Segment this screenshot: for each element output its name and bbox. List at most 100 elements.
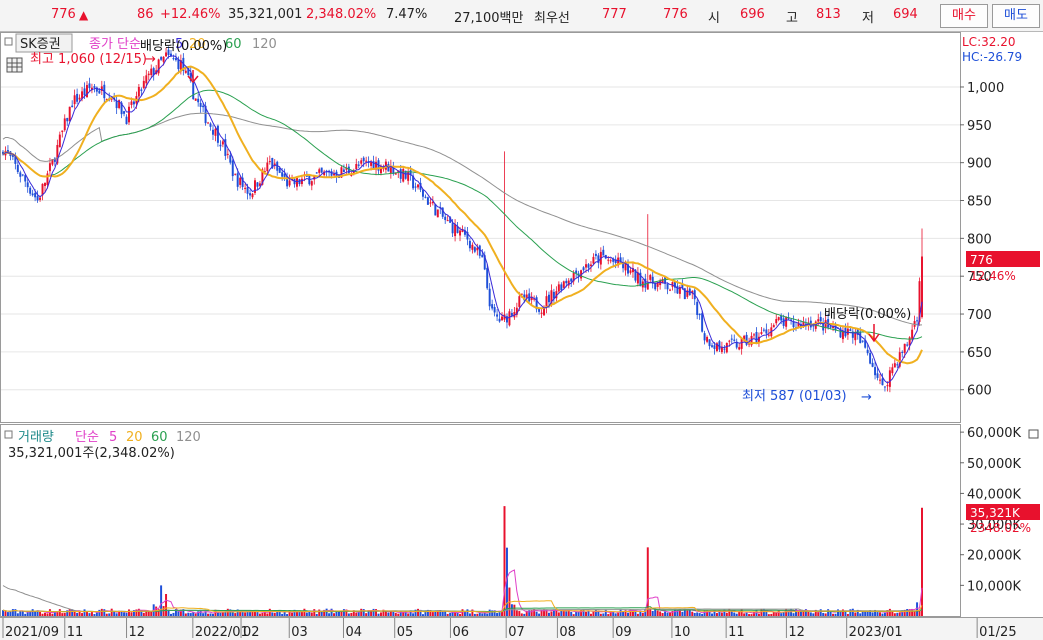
candle-body <box>172 58 175 60</box>
buy-button[interactable]: 매수 <box>940 4 988 28</box>
volume-bar <box>313 609 316 616</box>
volume-bar <box>614 613 617 616</box>
volume-bar <box>46 613 49 616</box>
volume-bar <box>513 604 516 616</box>
volume-bar <box>659 611 662 616</box>
candle-body <box>454 224 457 237</box>
candle-body <box>491 304 494 309</box>
candle-body <box>911 329 914 339</box>
price-tick-label: 850 <box>967 195 992 210</box>
candle-body <box>733 339 736 341</box>
candle-body <box>473 247 476 252</box>
candle-body <box>876 373 879 378</box>
volume-bar <box>604 609 607 616</box>
volume-bar <box>832 613 835 616</box>
candle-body <box>547 294 550 303</box>
volume-bar <box>98 609 101 616</box>
candle-body <box>347 166 350 174</box>
candle-body <box>738 347 741 350</box>
volume-close-icon[interactable] <box>1028 429 1039 439</box>
candle-body <box>192 81 195 100</box>
candle-body <box>231 160 234 177</box>
candle-body <box>481 254 484 258</box>
volume-bar <box>780 613 783 616</box>
volume-tick-label: 60,000K <box>967 426 1021 441</box>
volume-bar <box>550 611 553 616</box>
volume-bar <box>325 608 328 616</box>
volume-bar <box>194 613 197 616</box>
x-tick-label: 12 <box>788 625 805 640</box>
volume-bar <box>184 613 187 616</box>
best-ask: 777 <box>602 7 627 22</box>
volume-bar <box>792 613 795 616</box>
candle-body <box>451 223 454 234</box>
volume-bar <box>281 613 284 616</box>
volume-ma120-legend: 120 <box>176 430 201 445</box>
candle-body <box>426 197 429 205</box>
volume-bar <box>681 611 684 616</box>
candle-body <box>708 339 711 347</box>
candle-body <box>360 160 363 164</box>
volume-bar <box>21 611 24 616</box>
candle-body <box>66 118 69 122</box>
volume-bar <box>394 612 397 616</box>
volume-bar <box>666 612 669 616</box>
sell-button[interactable]: 매도 <box>992 4 1040 28</box>
volume-bar <box>370 611 373 616</box>
volume-ma20-legend: 20 <box>126 430 143 445</box>
volume-bar <box>859 613 862 616</box>
candle-body <box>874 367 877 376</box>
volume-bar <box>770 613 773 616</box>
volume-tick-label: 50,000K <box>967 457 1021 472</box>
current-price-label: 776 <box>970 253 993 267</box>
x-tick-label: 04 <box>345 625 362 640</box>
volume-bar <box>387 612 390 616</box>
volume-bar <box>372 608 375 616</box>
current-volume-pct: 2348.02% <box>970 521 1031 535</box>
current-volume-label: 35,321K <box>970 506 1021 520</box>
volume-bar <box>271 612 274 616</box>
x-tick-label: 11 <box>728 625 745 640</box>
candle-body <box>829 326 832 328</box>
volume-bar <box>686 610 689 616</box>
volume-bar <box>617 613 620 616</box>
candle-body <box>256 182 259 187</box>
candle-body <box>125 116 128 125</box>
candle-body <box>871 362 874 367</box>
candle-body <box>886 385 889 387</box>
volume-bar <box>906 609 909 616</box>
x-tick-label: 02 <box>243 625 260 640</box>
volume-bar <box>295 611 298 616</box>
candle-body <box>723 348 726 350</box>
candle-body <box>212 129 214 135</box>
volume-bar <box>202 613 205 616</box>
volume-bar <box>476 613 479 616</box>
candle-body <box>711 345 713 347</box>
volume-current-line: 35,321,001주(2,348.02%) <box>8 446 175 461</box>
volume-bar <box>557 612 560 616</box>
candle-body <box>48 163 51 172</box>
volume-bar <box>636 613 639 616</box>
volume-bar <box>209 613 212 616</box>
candle-body <box>429 202 432 204</box>
volume-bar <box>582 609 585 616</box>
grid-table-icon[interactable] <box>6 57 23 73</box>
volume-bar <box>871 612 874 616</box>
x-tick-label: 09 <box>615 625 632 640</box>
volume-bar <box>473 613 476 616</box>
volume-bar <box>649 609 652 616</box>
candle-body <box>98 90 101 94</box>
volume-bar <box>669 612 672 616</box>
candle-body <box>730 338 733 340</box>
candle-body <box>71 105 74 108</box>
volume-bar <box>355 612 358 616</box>
candle-body <box>268 160 271 162</box>
candle-body <box>414 186 417 188</box>
volume-bar <box>241 612 244 616</box>
volume-bar <box>619 609 622 616</box>
low-price: 694 <box>893 7 918 22</box>
candle-body <box>58 134 61 148</box>
volume-bar <box>392 611 395 616</box>
volume-bar <box>523 613 526 616</box>
stock-chart[interactable]: 6006507007508008509009501,00010,000K20,0… <box>0 32 1043 640</box>
